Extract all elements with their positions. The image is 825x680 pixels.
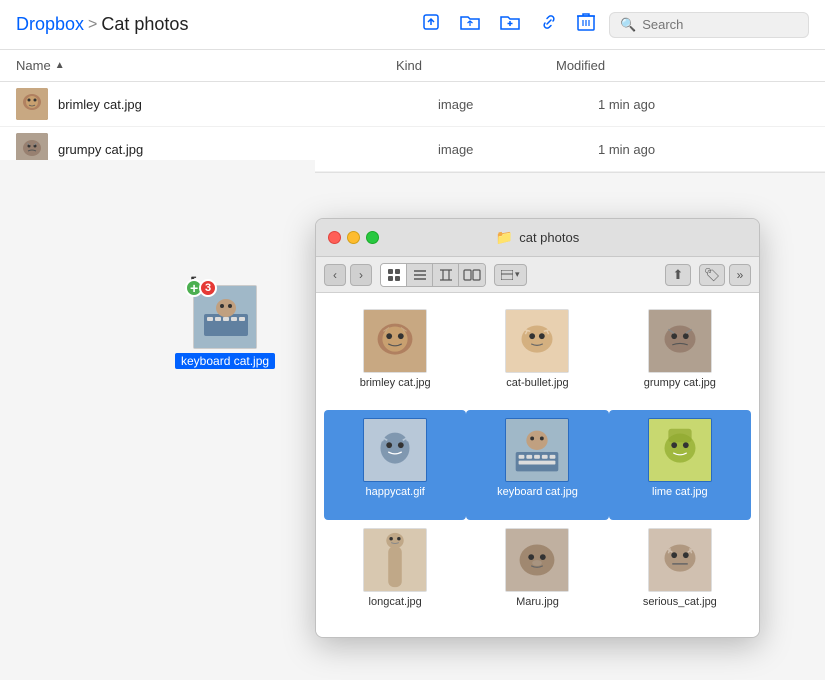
search-icon: 🔍 — [620, 17, 636, 33]
finder-toolbar: ‹ › — [316, 257, 759, 293]
file-thumbnail-brimley — [16, 88, 48, 120]
finder-thumbnail-lime — [648, 418, 712, 482]
file-list: Name ▲ Kind Modified brimley cat.jpg ima… — [0, 50, 825, 173]
finder-thumbnail-cat-bullet — [505, 309, 569, 373]
drag-item: ↖ + 3 keyboard cat.jpg — [175, 285, 275, 369]
more-button[interactable]: » — [729, 264, 751, 286]
col-name-header[interactable]: Name ▲ — [16, 58, 396, 73]
back-button[interactable]: ‹ — [324, 264, 346, 286]
finder-item-name-lime: lime cat.jpg — [648, 486, 712, 498]
name-label: Name — [16, 58, 51, 73]
finder-item-longcat[interactable]: longcat.jpg — [324, 520, 466, 629]
finder-window: 📁 cat photos ‹ › — [315, 218, 760, 638]
arrange-button[interactable]: ▾ — [494, 264, 527, 286]
breadcrumb-sep: > — [88, 16, 97, 34]
finder-item-name-keyboard: keyboard cat.jpg — [493, 486, 582, 498]
file-name-grumpy: grumpy cat.jpg — [58, 142, 438, 157]
drag-count-badge: 3 — [199, 279, 217, 297]
close-button[interactable] — [328, 231, 341, 244]
finder-item-name-longcat: longcat.jpg — [369, 596, 422, 608]
toolbar-icons: 🔍 — [417, 8, 809, 41]
finder-thumbnail-happycat — [363, 418, 427, 482]
breadcrumb: Dropbox > Cat photos — [16, 14, 188, 35]
search-input[interactable] — [642, 17, 798, 32]
col-modified-header: Modified — [556, 58, 756, 73]
list-view-button[interactable] — [407, 264, 433, 286]
finder-thumbnail-serious — [648, 528, 712, 592]
search-box[interactable]: 🔍 — [609, 12, 809, 38]
finder-item-grumpy[interactable]: grumpy cat.jpg — [609, 301, 751, 410]
finder-titlebar: 📁 cat photos — [316, 219, 759, 257]
finder-thumbnail-brimley — [363, 309, 427, 373]
finder-item-name-serious: serious_cat.jpg — [643, 596, 717, 608]
breadcrumb-current: Cat photos — [101, 14, 188, 35]
share-button[interactable]: ⬆ — [665, 264, 691, 286]
finder-thumbnail-grumpy — [648, 309, 712, 373]
window-buttons — [328, 231, 379, 244]
file-modified-grumpy: 1 min ago — [598, 142, 798, 157]
file-kind-brimley: image — [438, 97, 598, 112]
top-bar: Dropbox > Cat photos — [0, 0, 825, 50]
finder-item-cat-bullet[interactable]: cat-bullet.jpg — [466, 301, 608, 410]
file-row-brimley[interactable]: brimley cat.jpg image 1 min ago — [0, 82, 825, 127]
finder-item-name-happycat: happycat.gif — [362, 486, 429, 498]
file-kind-grumpy: image — [438, 142, 598, 157]
finder-item-brimley[interactable]: brimley cat.jpg — [324, 301, 466, 410]
new-folder-icon[interactable] — [495, 8, 525, 41]
folder-upload-icon[interactable] — [455, 8, 485, 41]
maximize-button[interactable] — [366, 231, 379, 244]
finder-item-maru[interactable]: Maru.jpg — [466, 520, 608, 629]
finder-item-name-maru: Maru.jpg — [516, 596, 559, 608]
forward-button[interactable]: › — [350, 264, 372, 286]
tag-button[interactable]: 🏷 — [699, 264, 725, 286]
col-kind-header: Kind — [396, 58, 556, 73]
sort-arrow: ▲ — [55, 60, 65, 71]
breadcrumb-dropbox[interactable]: Dropbox — [16, 14, 84, 35]
finder-title-area: 📁 cat photos — [496, 229, 579, 246]
finder-item-keyboard[interactable]: keyboard cat.jpg — [466, 410, 608, 519]
minimize-button[interactable] — [347, 231, 360, 244]
file-list-header: Name ▲ Kind Modified — [0, 50, 825, 82]
finder-thumbnail-maru — [505, 528, 569, 592]
file-modified-brimley: 1 min ago — [598, 97, 798, 112]
view-buttons — [380, 263, 486, 287]
finder-title: cat photos — [519, 230, 579, 245]
gallery-view-button[interactable] — [459, 264, 485, 286]
link-icon[interactable] — [535, 8, 563, 41]
finder-thumbnail-longcat — [363, 528, 427, 592]
finder-thumbnail-keyboard — [505, 418, 569, 482]
finder-item-lime[interactable]: lime cat.jpg — [609, 410, 751, 519]
folder-icon: 📁 — [496, 229, 513, 246]
upload-icon[interactable] — [417, 8, 445, 41]
column-view-button[interactable] — [433, 264, 459, 286]
delete-icon[interactable] — [573, 8, 599, 41]
finder-item-name-cat-bullet: cat-bullet.jpg — [506, 377, 568, 389]
icon-view-button[interactable] — [381, 264, 407, 286]
finder-item-happycat[interactable]: happycat.gif — [324, 410, 466, 519]
finder-item-name-grumpy: grumpy cat.jpg — [644, 377, 716, 389]
finder-item-serious[interactable]: serious_cat.jpg — [609, 520, 751, 629]
finder-item-name-brimley: brimley cat.jpg — [360, 377, 431, 389]
finder-content: brimley cat.jpg cat-bullet.jpg — [316, 293, 759, 637]
drag-filename: keyboard cat.jpg — [175, 353, 275, 369]
file-name-brimley: brimley cat.jpg — [58, 97, 438, 112]
